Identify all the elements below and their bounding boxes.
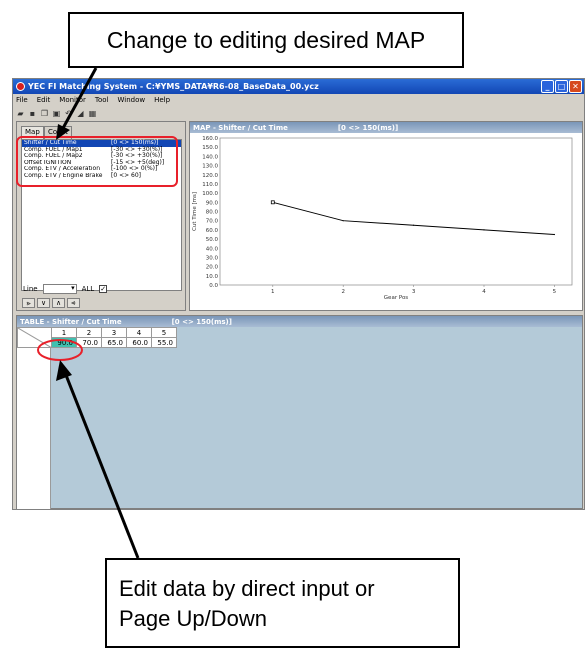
- table-column-header: 1: [51, 327, 77, 338]
- map-graph-panel: MAP - Shifter / Cut Time [0 <> 150(ms)] …: [189, 121, 583, 311]
- table-cell[interactable]: 55.0: [151, 337, 177, 348]
- window-title: YEC FI Matching System - C:¥YMS_DATA¥R6-…: [28, 82, 319, 91]
- table-column-header: 3: [101, 327, 127, 338]
- y-tick-label: 20.0: [206, 265, 219, 271]
- graph-range: [0 <> 150(ms)]: [337, 123, 399, 132]
- minimize-button[interactable]: _: [541, 80, 554, 93]
- map-item-range: [0 <> 60]: [111, 171, 142, 179]
- graph-title: MAP - Shifter / Cut Time: [193, 123, 288, 132]
- y-tick-label: 110.0: [202, 182, 218, 188]
- all-checkbox[interactable]: ✓: [99, 285, 108, 293]
- map-item-comp-etv-engine-brake[interactable]: Comp. ETV / Engine Brake [0 <> 60]: [22, 171, 181, 180]
- table-corner: [17, 327, 52, 348]
- graph-header: MAP - Shifter / Cut Time [0 <> 150(ms)]: [190, 122, 582, 133]
- tab-map[interactable]: Map: [21, 126, 44, 139]
- toolbar: ▰ ▪ ❐ ▣ ↶ ◢ ▦: [13, 106, 584, 120]
- table-icon[interactable]: ▦: [88, 109, 97, 118]
- table-cell[interactable]: 60.0: [126, 337, 152, 348]
- graph-icon[interactable]: ◢: [76, 109, 85, 118]
- table-row-header-area: [17, 347, 51, 509]
- line-label: Line: [23, 285, 38, 293]
- x-tick-label: 4: [482, 289, 486, 295]
- value-table: 1 2 3 4 5 90.0 70.0 65.0 60.0 55.0: [17, 327, 177, 348]
- x-tick-label: 3: [412, 289, 416, 295]
- y-tick-label: 30.0: [206, 255, 219, 261]
- open-folder-icon[interactable]: ▰: [16, 109, 25, 118]
- table-cell[interactable]: 65.0: [101, 337, 127, 348]
- tab-const[interactable]: Const: [44, 126, 72, 139]
- table-column-header: 5: [151, 327, 177, 338]
- copy-icon[interactable]: ❐: [40, 109, 49, 118]
- title-bar[interactable]: YEC FI Matching System - C:¥YMS_DATA¥R6-…: [13, 79, 584, 94]
- page-up-fast-button[interactable]: ⪡: [67, 298, 80, 308]
- selected-data-point: [270, 200, 275, 205]
- y-tick-label: 60.0: [206, 228, 219, 234]
- y-tick-label: 50.0: [206, 237, 219, 243]
- x-tick-label: 1: [271, 289, 275, 295]
- app-icon: [16, 82, 25, 91]
- callout-bottom-line1: Edit data by direct input or: [119, 576, 375, 601]
- y-tick-label: 40.0: [206, 246, 219, 252]
- table-title: TABLE - Shifter / Cut Time: [20, 317, 122, 326]
- menu-help[interactable]: Help: [154, 96, 170, 104]
- map-item-name: Comp. ETV / Engine Brake: [24, 172, 103, 179]
- callout-edit-data: Edit data by direct input or Page Up/Dow…: [105, 558, 460, 648]
- y-tick-label: 160.0: [202, 136, 218, 142]
- close-button[interactable]: ✕: [569, 80, 582, 93]
- menu-edit[interactable]: Edit: [37, 96, 51, 104]
- y-axis-label: Cut Time [ms]: [192, 192, 198, 231]
- menu-tool[interactable]: Tool: [95, 96, 109, 104]
- table-column-header-row: 1 2 3 4 5: [17, 327, 177, 348]
- y-tick-label: 0.0: [209, 283, 218, 289]
- all-label: ALL: [81, 285, 95, 293]
- table-cell-selected[interactable]: 90.0: [51, 337, 77, 348]
- up-button[interactable]: ∧: [52, 298, 65, 308]
- table-cell[interactable]: 70.0: [76, 337, 102, 348]
- table-column-header: 2: [76, 327, 102, 338]
- nav-buttons: ⪢ ∨ ∧ ⪡: [22, 298, 80, 308]
- map-table-panel: TABLE - Shifter / Cut Time [0 <> 150(ms)…: [16, 315, 583, 509]
- data-point: [342, 220, 344, 222]
- table-column-header: 4: [126, 327, 152, 338]
- menu-file[interactable]: File: [16, 96, 28, 104]
- y-tick-label: 80.0: [206, 210, 219, 216]
- down-button[interactable]: ∨: [37, 298, 50, 308]
- line-row: Line ALL ✓: [23, 284, 108, 294]
- callout-change-map: Change to editing desired MAP: [68, 12, 464, 68]
- x-tick-label: 5: [553, 289, 557, 295]
- y-tick-label: 70.0: [206, 219, 219, 225]
- map-list: Shifter / Cut Time [0 <> 150(ms)] Comp. …: [21, 139, 182, 291]
- paste-icon[interactable]: ▣: [52, 109, 61, 118]
- table-header: TABLE - Shifter / Cut Time [0 <> 150(ms)…: [17, 316, 582, 327]
- map-selection-panel: Map Const Shifter / Cut Time [0 <> 150(m…: [16, 121, 186, 311]
- data-point: [413, 224, 415, 226]
- menu-bar: File Edit Monitor Tool Window Help: [13, 94, 584, 106]
- page-down-fast-button[interactable]: ⪢: [22, 298, 35, 308]
- y-tick-label: 10.0: [206, 274, 219, 280]
- undo-icon[interactable]: ↶: [64, 109, 73, 118]
- save-icon[interactable]: ▪: [28, 109, 37, 118]
- callout-top-text: Change to editing desired MAP: [106, 26, 426, 53]
- data-point: [553, 233, 555, 236]
- plot-area: [219, 137, 573, 286]
- line-select[interactable]: [42, 284, 77, 294]
- y-tick-label: 120.0: [202, 173, 218, 179]
- data-point: [483, 229, 485, 231]
- maximize-button[interactable]: □: [555, 80, 568, 93]
- y-tick-label: 140.0: [202, 154, 218, 160]
- y-tick-label: 150.0: [202, 145, 218, 151]
- y-tick-label: 90.0: [206, 200, 219, 206]
- y-tick-label: 130.0: [202, 164, 218, 170]
- menu-monitor[interactable]: Monitor: [59, 96, 86, 104]
- app-window: YEC FI Matching System - C:¥YMS_DATA¥R6-…: [12, 78, 585, 510]
- menu-window[interactable]: Window: [118, 96, 146, 104]
- callout-bottom-line2: Page Up/Down: [119, 606, 267, 631]
- cut-time-chart[interactable]: 160.0150.0140.0130.0120.0110.0100.090.08…: [190, 133, 582, 310]
- x-axis-label: Gear Pos: [384, 295, 409, 301]
- y-tick-label: 100.0: [202, 191, 218, 197]
- x-tick-label: 2: [341, 289, 345, 295]
- table-range: [0 <> 150(ms)]: [171, 317, 232, 326]
